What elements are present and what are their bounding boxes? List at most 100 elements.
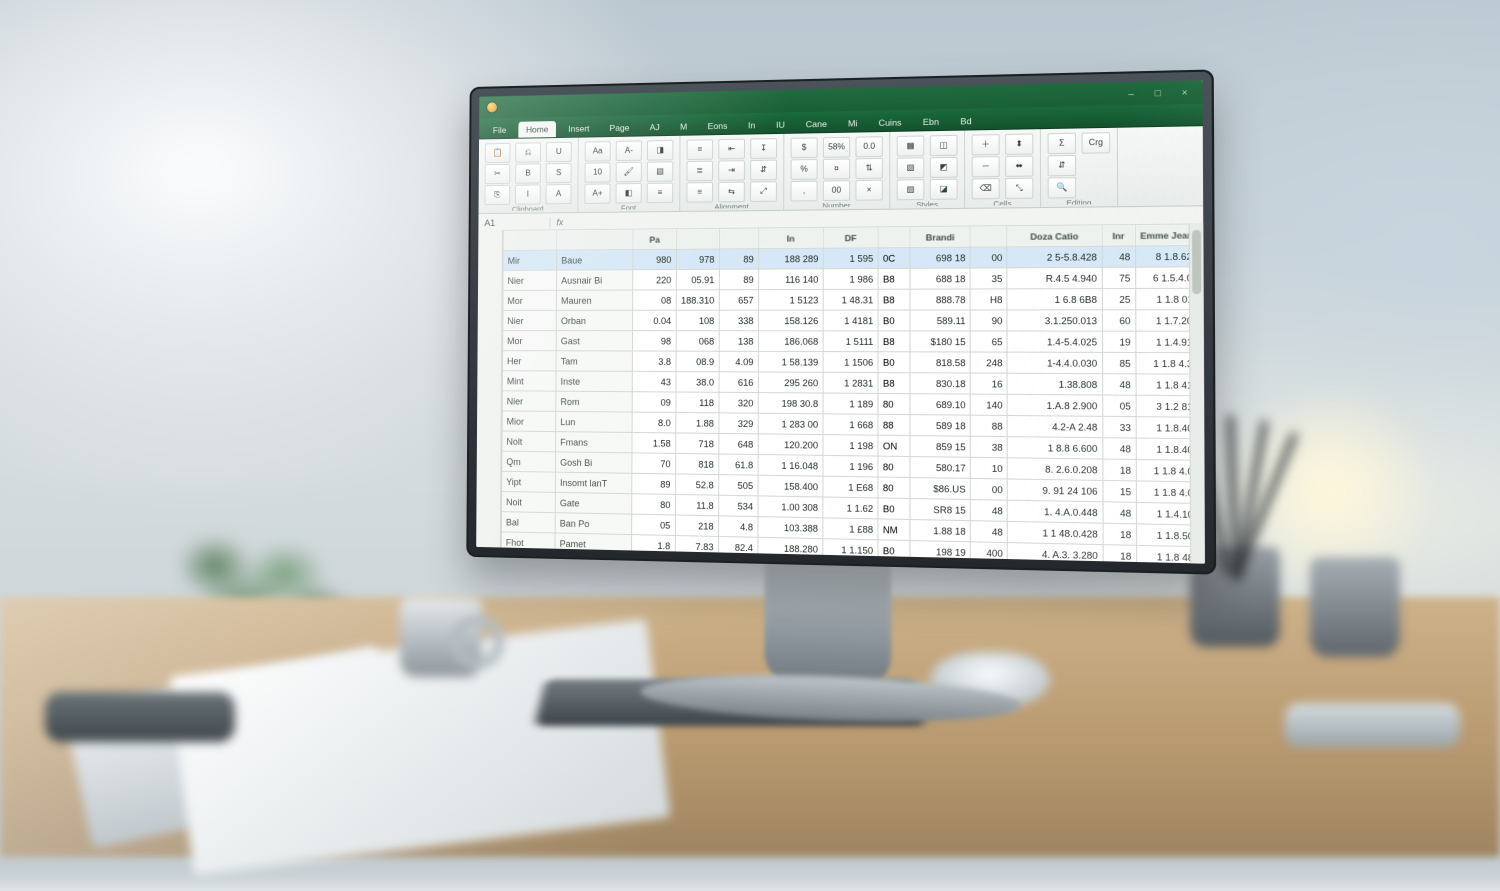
cell[interactable]: 61.8 — [718, 454, 757, 475]
cell[interactable]: 1.38.808 — [1007, 373, 1102, 395]
ribbon-button[interactable]: ↧ — [750, 138, 777, 159]
formula-input[interactable] — [569, 216, 1203, 222]
cell[interactable]: 616 — [719, 372, 758, 393]
ribbon-button[interactable]: B — [515, 163, 541, 183]
ribbon-button[interactable]: 0.0 — [855, 136, 882, 157]
cell[interactable]: 11.8 — [675, 494, 718, 515]
cell[interactable]: Yipt — [502, 471, 556, 492]
cell[interactable]: 15 — [1103, 480, 1137, 502]
cell[interactable]: 48 — [1102, 438, 1136, 460]
ribbon-tab-mi[interactable]: Mi — [840, 115, 866, 132]
cell[interactable]: Mor — [503, 290, 557, 310]
cell[interactable]: 116 140 — [758, 269, 823, 290]
cell[interactable]: 140 — [970, 394, 1007, 415]
cell[interactable]: 05 — [632, 514, 675, 535]
column-header[interactable]: DF — [823, 227, 878, 248]
cell[interactable]: 48 — [971, 500, 1008, 522]
cell[interactable]: 1 189 — [823, 393, 878, 414]
ribbon-button[interactable]: ◩ — [930, 157, 958, 178]
cell[interactable]: 329 — [719, 413, 758, 434]
cell[interactable]: 1 1506 — [823, 352, 878, 373]
ribbon-button[interactable]: ⎌ — [515, 142, 541, 162]
cell[interactable]: B0 — [878, 498, 910, 520]
cell[interactable]: 4.2-A 2.48 — [1008, 415, 1103, 437]
cell[interactable]: 718 — [675, 433, 718, 454]
ribbon-tab-insert[interactable]: Insert — [560, 120, 597, 137]
column-header[interactable] — [970, 226, 1007, 247]
cell[interactable]: B8 — [878, 373, 910, 394]
cell[interactable]: 400 — [971, 542, 1008, 564]
column-header[interactable]: Pa — [633, 229, 676, 250]
cell[interactable]: Gate — [555, 492, 632, 514]
ribbon-button[interactable]: ⇤ — [718, 139, 745, 160]
cell[interactable]: Gast — [556, 331, 633, 351]
cell[interactable]: Fmans — [556, 432, 633, 453]
ribbon-button[interactable]: ⇵ — [750, 160, 777, 181]
cell[interactable]: Fhot — [501, 532, 555, 553]
ribbon-button[interactable]: ✂ — [485, 164, 511, 184]
cell[interactable]: 648 — [718, 433, 757, 454]
cell[interactable]: 1.4-5.4.025 — [1007, 331, 1102, 352]
ribbon-button[interactable]: 📋 — [485, 143, 511, 163]
cell[interactable]: 1 8.8 6.600 — [1008, 437, 1103, 459]
cell[interactable]: 108 — [676, 310, 719, 330]
cell[interactable]: 1 16.048 — [758, 455, 823, 477]
cell[interactable]: 1 196 — [823, 455, 878, 477]
cell[interactable]: Nier — [503, 270, 557, 290]
cell[interactable]: 8. 2.6.0.208 — [1008, 458, 1103, 481]
cell[interactable]: 2 5-5.8.428 — [1007, 246, 1102, 268]
cell[interactable]: 1 E68 — [823, 476, 878, 498]
cell[interactable]: 05 — [1102, 395, 1136, 417]
ribbon-button[interactable]: 🔍 — [1048, 177, 1077, 198]
cell[interactable]: 85 — [1102, 352, 1136, 373]
column-header[interactable]: Inr — [1102, 225, 1135, 247]
ribbon-button[interactable]: ⌫ — [972, 178, 1000, 199]
ribbon-button[interactable]: 10 — [585, 162, 611, 183]
cell[interactable]: 138. 74.8 — [758, 558, 823, 564]
ribbon-button[interactable]: ▦ — [897, 135, 925, 156]
cell[interactable]: 1.00 308 — [758, 496, 823, 518]
cell[interactable]: 218 — [675, 515, 718, 536]
cell[interactable]: 589 18 — [910, 415, 970, 437]
cell[interactable]: 4. A.3. 3.280 — [1008, 543, 1103, 564]
ribbon-button[interactable]: ⇅ — [855, 158, 882, 179]
cell[interactable]: 48 — [1102, 246, 1135, 267]
ribbon-button[interactable]: ◪ — [930, 179, 958, 200]
cell[interactable]: 505 — [718, 475, 758, 496]
ribbon-button[interactable]: I — [515, 184, 541, 204]
close-button[interactable]: × — [1176, 87, 1194, 98]
cell[interactable]: 18 — [1103, 523, 1137, 545]
cell[interactable]: 80 — [878, 393, 910, 414]
cell[interactable]: Ban Po — [555, 513, 632, 535]
cell[interactable]: 1 1.150 — [823, 539, 878, 561]
cell[interactable]: Rom — [556, 391, 633, 412]
cell[interactable]: 103.388 — [758, 517, 823, 539]
cell[interactable]: 1 5123 — [758, 289, 823, 310]
cell[interactable]: 688 18 — [910, 268, 970, 289]
cell[interactable]: Baue — [557, 249, 634, 270]
column-header[interactable]: Doza Catio — [1007, 225, 1102, 247]
cell[interactable]: 38.0 — [675, 372, 718, 393]
cell[interactable]: 198 30.8 — [758, 393, 823, 414]
scrollbar-thumb[interactable] — [1192, 230, 1201, 294]
cell[interactable]: 580.17 — [910, 457, 970, 479]
cell[interactable]: 1.A.8 2.900 — [1007, 394, 1102, 416]
cell[interactable]: 1 198 — [823, 435, 878, 457]
cell[interactable]: 1 1 48.0.428 — [1008, 521, 1103, 544]
table-row[interactable]: MorMauren08188.3106571 51231 48.31B8888.… — [503, 288, 1203, 310]
minimize-button[interactable]: – — [1122, 88, 1140, 99]
cell[interactable]: $86.US — [910, 477, 970, 499]
ribbon-tab-bd[interactable]: Bd — [952, 113, 980, 130]
ribbon-button[interactable]: Crg — [1081, 132, 1110, 154]
ribbon-tab-in[interactable]: In — [740, 117, 764, 134]
cell[interactable]: 80 — [632, 494, 675, 515]
cell[interactable]: 98 — [633, 331, 676, 351]
cell[interactable]: Mior — [502, 411, 556, 432]
cell[interactable]: 1 48.31 — [823, 289, 878, 310]
cell[interactable]: 18 — [1103, 545, 1137, 564]
cell[interactable]: Inste — [556, 371, 633, 392]
cell[interactable]: 188 289 — [758, 248, 823, 269]
cell[interactable]: 689.10 — [910, 394, 970, 415]
cell[interactable]: 38 — [971, 436, 1008, 458]
cell[interactable]: 338 — [719, 310, 758, 331]
